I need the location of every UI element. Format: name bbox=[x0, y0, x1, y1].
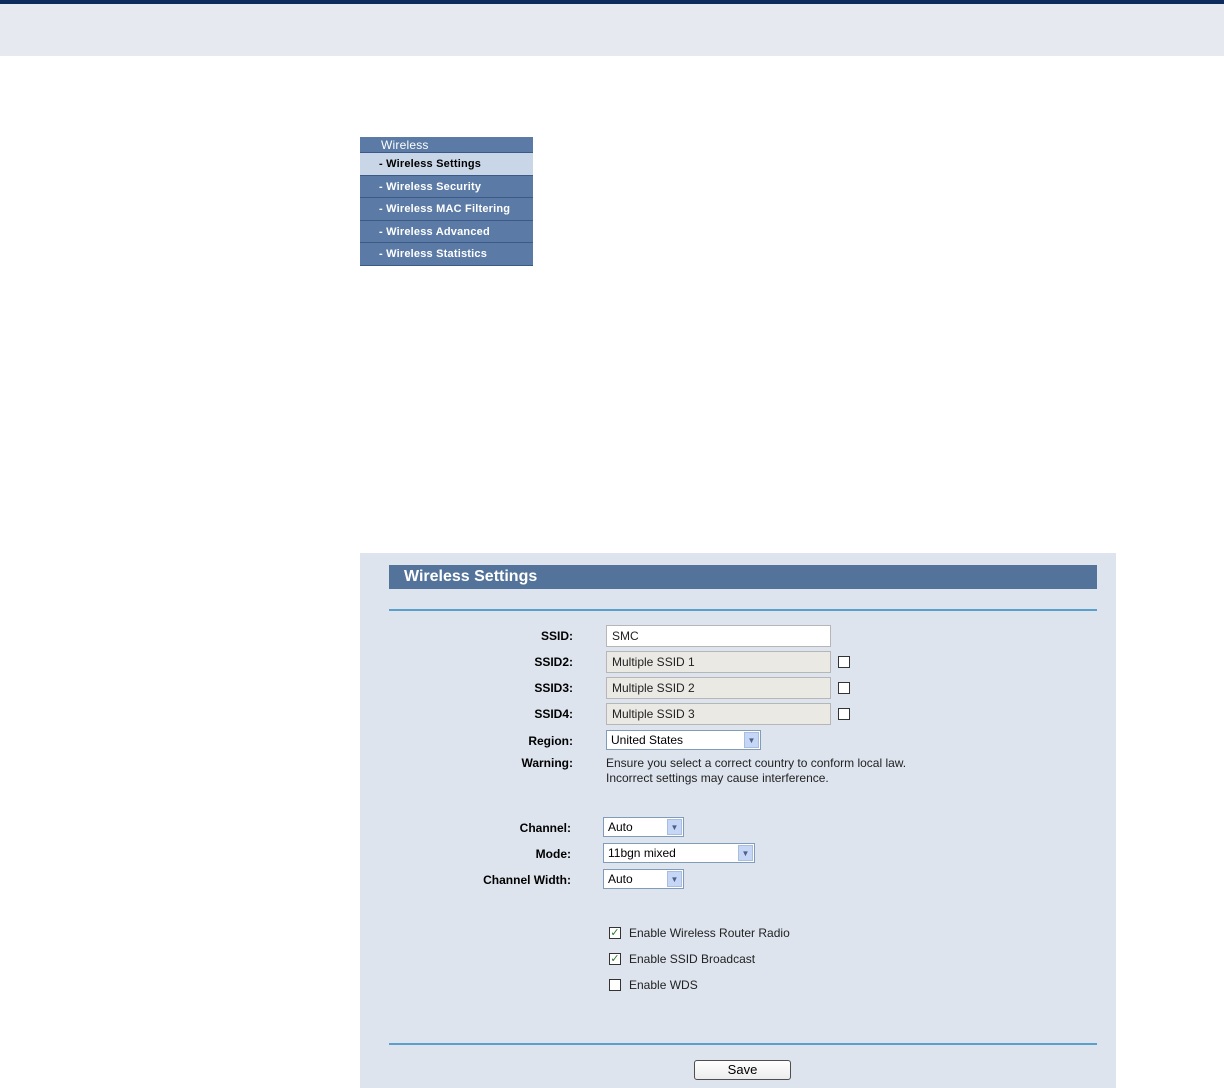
ssid-label: SSID: bbox=[540, 629, 573, 643]
menu-item-wireless-advanced[interactable]: - Wireless Advanced bbox=[360, 220, 533, 243]
wireless-menu: Wireless - Wireless Settings - Wireless … bbox=[360, 137, 533, 266]
ssid2-checkbox[interactable] bbox=[838, 656, 850, 668]
menu-item-wireless-settings[interactable]: - Wireless Settings bbox=[360, 153, 533, 176]
ssid3-checkbox[interactable] bbox=[838, 682, 850, 694]
ssid4-input[interactable]: Multiple SSID 3 bbox=[606, 703, 831, 725]
chevron-down-icon[interactable]: ▼ bbox=[744, 732, 759, 748]
enable-radio-checkbox[interactable]: ✓ bbox=[609, 927, 621, 939]
enable-ssid-broadcast-checkbox[interactable]: ✓ bbox=[609, 953, 621, 965]
menu-item-wireless-mac-filtering[interactable]: - Wireless MAC Filtering bbox=[360, 198, 533, 221]
region-select[interactable]: United States ▼ bbox=[606, 730, 761, 750]
ssid2-input[interactable]: Multiple SSID 1 bbox=[606, 651, 831, 673]
chevron-down-icon[interactable]: ▼ bbox=[738, 845, 753, 861]
channel-label: Channel: bbox=[519, 821, 571, 835]
enable-wds-label: Enable WDS bbox=[629, 978, 698, 992]
channel-value: Auto bbox=[608, 820, 633, 834]
header-band bbox=[0, 4, 1224, 56]
warning-text-2: Incorrect settings may cause interferenc… bbox=[606, 771, 829, 785]
chevron-down-icon[interactable]: ▼ bbox=[667, 819, 682, 835]
enable-wds-checkbox[interactable] bbox=[609, 979, 621, 991]
channel-width-label: Channel Width: bbox=[483, 873, 571, 887]
ssid4-checkbox[interactable] bbox=[838, 708, 850, 720]
top-divider bbox=[389, 609, 1097, 611]
bottom-divider bbox=[389, 1043, 1097, 1045]
mode-value: 11bgn mixed bbox=[608, 846, 676, 860]
save-button[interactable]: Save bbox=[694, 1060, 791, 1080]
ssid-input[interactable]: SMC bbox=[606, 625, 831, 647]
warning-label: Warning: bbox=[521, 756, 573, 770]
enable-ssid-broadcast-label: Enable SSID Broadcast bbox=[629, 952, 756, 966]
panel-title: Wireless Settings bbox=[389, 565, 1097, 589]
mode-label: Mode: bbox=[535, 847, 571, 861]
wireless-settings-panel: Wireless Settings SSID: SMC SSID2: Multi… bbox=[360, 553, 1116, 1088]
ssid3-input[interactable]: Multiple SSID 2 bbox=[606, 677, 831, 699]
warning-text-1: Ensure you select a correct country to c… bbox=[606, 756, 907, 770]
ssid2-label: SSID2: bbox=[534, 655, 573, 669]
region-value: United States bbox=[611, 733, 684, 747]
enable-radio-label: Enable Wireless Router Radio bbox=[629, 926, 790, 940]
mode-select[interactable]: 11bgn mixed ▼ bbox=[603, 843, 755, 863]
chevron-down-icon[interactable]: ▼ bbox=[667, 871, 682, 887]
menu-item-wireless-statistics[interactable]: - Wireless Statistics bbox=[360, 243, 533, 266]
channel-select[interactable]: Auto ▼ bbox=[603, 817, 684, 837]
channel-width-select[interactable]: Auto ▼ bbox=[603, 869, 684, 889]
ssid4-label: SSID4: bbox=[534, 707, 573, 721]
channel-width-value: Auto bbox=[608, 872, 633, 886]
region-label: Region: bbox=[528, 734, 573, 748]
ssid3-label: SSID3: bbox=[534, 681, 573, 695]
menu-item-wireless-security[interactable]: - Wireless Security bbox=[360, 175, 533, 198]
menu-header-wireless[interactable]: Wireless bbox=[360, 137, 533, 153]
